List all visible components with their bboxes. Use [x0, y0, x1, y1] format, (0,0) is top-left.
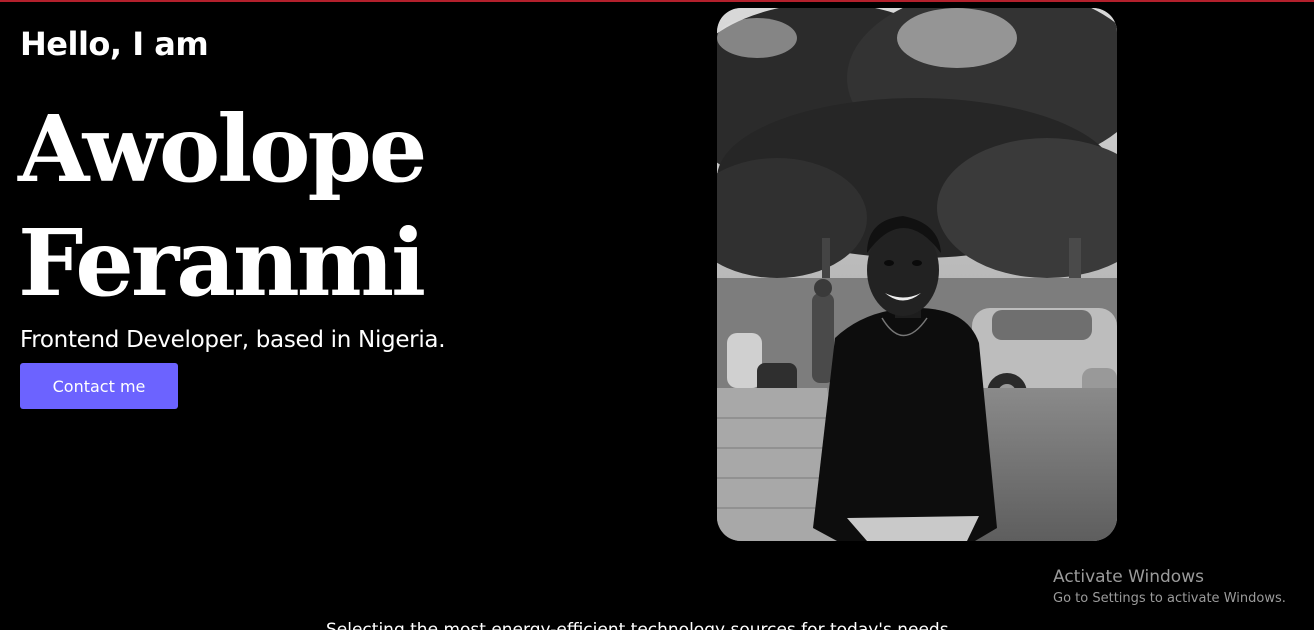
- activate-windows-subtitle: Go to Settings to activate Windows.: [1053, 591, 1286, 606]
- section-intro-text: Selecting the most energy-efficient tech…: [326, 620, 949, 630]
- profile-photo: [717, 8, 1117, 541]
- top-border: [0, 0, 1314, 2]
- name-last: Feranmi: [18, 209, 426, 317]
- activate-windows-watermark: Activate Windows Go to Settings to activ…: [1053, 565, 1286, 609]
- hero-tagline: Frontend Developer, based in Nigeria.: [20, 327, 446, 353]
- contact-me-button[interactable]: Contact me: [20, 363, 178, 409]
- hero-name: Awolope Feranmi: [18, 92, 427, 320]
- name-first: Awolope: [18, 95, 427, 203]
- greeting-text: Hello, I am: [20, 25, 209, 63]
- activate-windows-title: Activate Windows: [1053, 567, 1204, 587]
- portfolio-page: Hello, I am Awolope Feranmi Frontend Dev…: [0, 0, 1314, 630]
